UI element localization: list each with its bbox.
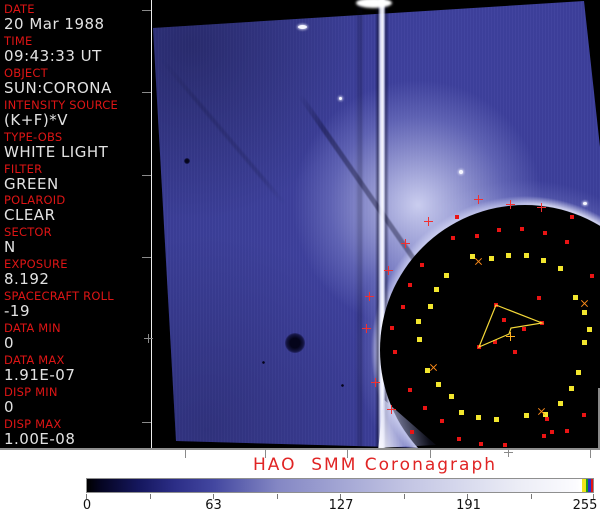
- left-axis-line: [150, 0, 152, 448]
- colorbar-tick: [149, 494, 151, 499]
- field-label: FILTER: [4, 161, 43, 176]
- colorbar-tick-label: 255: [572, 498, 598, 512]
- intensity-colorbar: [86, 478, 594, 493]
- field-label: TYPE-OBS: [4, 129, 63, 144]
- field-value: 20 Mar 1988: [4, 15, 105, 33]
- colorbar-tick: [593, 494, 594, 499]
- image-panel: [152, 0, 600, 448]
- field-value: 1.91E-07: [4, 365, 76, 384]
- colorbar-tick-label: 0: [82, 498, 92, 512]
- limb-marker-overlay: [152, 0, 600, 448]
- field-value: GREEN: [4, 174, 59, 193]
- colorbar-tick: [530, 494, 532, 499]
- field-label: DISP MIN: [4, 384, 58, 399]
- field-value: N: [4, 238, 16, 257]
- field-label: DATA MIN: [4, 321, 61, 335]
- field-value: WHITE LIGHT: [4, 142, 109, 161]
- metadata-field: SECTOR N: [4, 226, 150, 257]
- colorbar-tick-label: 191: [456, 498, 481, 512]
- field-value: 0: [4, 397, 15, 416]
- colorbar-tick: [276, 494, 278, 499]
- metadata-field: TIME 09:43:33 UT: [4, 33, 150, 66]
- field-value: 0: [4, 334, 15, 352]
- metadata-field: SPACECRAFT ROLL -19: [4, 290, 150, 321]
- colorbar-tick: [467, 494, 468, 499]
- field-label: INTENSITY SOURCE: [4, 97, 118, 112]
- field-label: SECTOR: [4, 225, 52, 240]
- colorbar-tick: [403, 494, 405, 499]
- field-label: DATA MAX: [4, 352, 65, 367]
- metadata-field: INTENSITY SOURCE (K+F)*V: [4, 97, 150, 130]
- metadata-field: OBJECT SUN:CORONA: [4, 65, 150, 98]
- metadata-field: DATA MAX 1.91E-07: [4, 352, 150, 385]
- bottom-axis-cross: [503, 452, 513, 453]
- metadata-field: DATE 20 Mar 1988: [4, 3, 150, 34]
- colorbar-tick: [340, 494, 341, 499]
- field-value: (K+F)*V: [4, 110, 68, 129]
- metadata-field: TYPE-OBS WHITE LIGHT: [4, 129, 150, 162]
- colorbar-tick-label: 127: [328, 498, 354, 512]
- field-value: CLEAR: [4, 206, 56, 225]
- field-label: DISP MAX: [4, 416, 62, 431]
- metadata-field: DISP MAX 1.00E-08: [4, 416, 150, 448]
- metadata-field: EXPOSURE 8.192: [4, 258, 150, 289]
- field-value: 8.192: [4, 270, 50, 289]
- field-value: 1.00E-08: [4, 429, 76, 448]
- metadata-field: DATA MIN 0: [4, 322, 150, 353]
- coronagraph-viewer-window: DATE 20 Mar 1988 TIME 09:43:33 UT OBJECT SUN:…: [0, 0, 600, 512]
- field-label: TIME: [4, 33, 33, 48]
- field-value: -19: [4, 302, 30, 321]
- field-value: 09:43:33 UT: [4, 46, 102, 65]
- metadata-sidebar: DATE 20 Mar 1988 TIME 09:43:33 UT OBJECT SUN:…: [0, 0, 151, 448]
- colorbar-tick-label: 63: [205, 498, 222, 512]
- field-value: SUN:CORONA: [4, 78, 112, 97]
- bottom-axis-line: [0, 447, 600, 450]
- metadata-field: POLAROID CLEAR: [4, 194, 150, 225]
- image-caption: HAO SMM Coronagraph: [252, 455, 498, 475]
- colorbar-tick: [213, 494, 214, 499]
- metadata-field: FILTER GREEN: [4, 161, 150, 194]
- metadata-field: DISP MIN 0: [4, 384, 150, 417]
- colorbar-tick: [86, 494, 87, 499]
- pointer-polygon: [477, 304, 545, 349]
- field-label: OBJECT: [4, 65, 48, 80]
